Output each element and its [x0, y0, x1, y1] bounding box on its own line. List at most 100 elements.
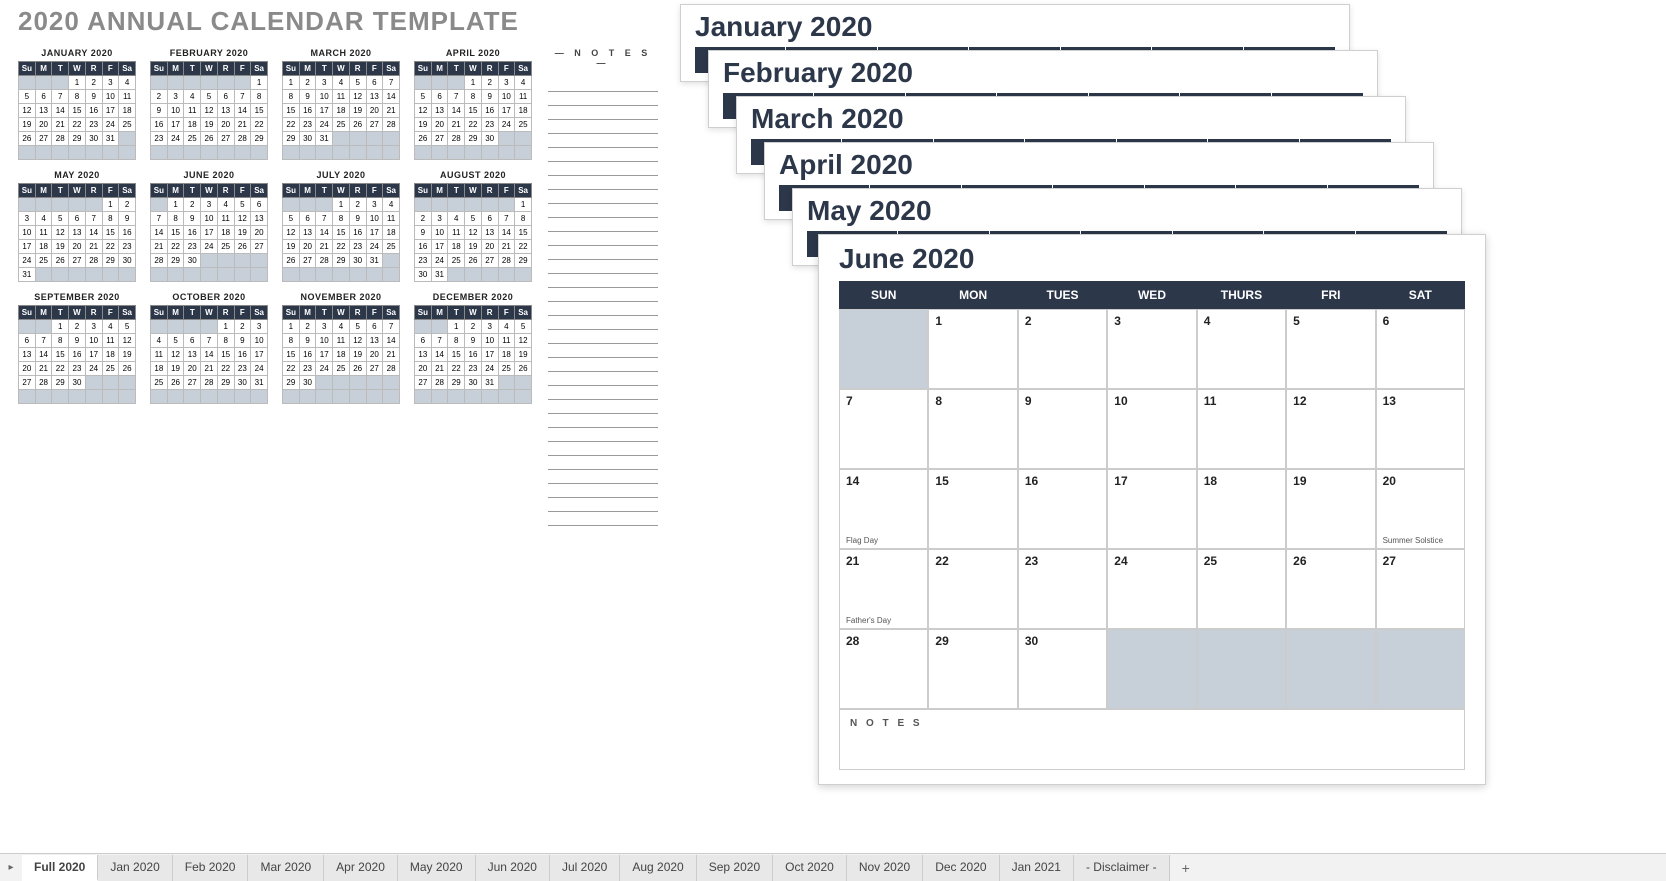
mini-day-cell: 9 [415, 226, 432, 240]
mini-day-cell: 30 [349, 254, 366, 268]
mini-day-cell: 2 [299, 320, 316, 334]
mini-day-cell: 14 [151, 226, 168, 240]
note-line [548, 78, 658, 92]
mini-day-cell: 4 [35, 212, 52, 226]
mini-day-header: F [366, 184, 383, 198]
mini-day-header: M [167, 184, 184, 198]
mini-day-cell: 6 [431, 90, 448, 104]
mini-day-cell: 11 [119, 90, 136, 104]
mini-day-cell: 24 [251, 362, 268, 376]
sheet-tab[interactable]: Apr 2020 [324, 855, 398, 881]
day-header-cell: SUN [839, 281, 928, 309]
sheet-tab[interactable]: Nov 2020 [847, 855, 923, 881]
sheet-tab[interactable]: - Disclaimer - [1074, 855, 1170, 881]
mini-day-cell: 13 [299, 226, 316, 240]
mini-day-cell: 19 [349, 104, 366, 118]
mini-day-cell: 8 [52, 334, 69, 348]
mini-day-cell: 9 [234, 334, 251, 348]
mini-day-cell: 2 [69, 320, 86, 334]
mini-day-cell [217, 268, 234, 282]
mini-day-cell: 30 [184, 254, 201, 268]
day-event: Summer Solstice [1383, 536, 1443, 545]
mini-day-cell: 6 [69, 212, 86, 226]
mini-day-cell [333, 146, 350, 160]
day-number: 22 [935, 554, 1010, 568]
sheet-tab[interactable]: Aug 2020 [620, 855, 696, 881]
mini-day-cell [299, 146, 316, 160]
mini-day-cell: 21 [85, 240, 102, 254]
sheet-tab[interactable]: Jun 2020 [476, 855, 550, 881]
note-line [548, 204, 658, 218]
mini-day-cell: 18 [333, 104, 350, 118]
mini-day-cell: 2 [85, 76, 102, 90]
mini-day-header: W [333, 184, 350, 198]
day-cell [1107, 629, 1196, 709]
mini-day-cell: 7 [35, 334, 52, 348]
day-cell [839, 309, 928, 389]
add-tab-button[interactable]: + [1170, 855, 1202, 881]
mini-day-cell: 10 [498, 90, 515, 104]
day-number: 3 [1114, 314, 1189, 328]
mini-day-cell: 31 [431, 268, 448, 282]
mini-day-cell [19, 390, 36, 404]
mini-day-cell [415, 390, 432, 404]
mini-day-cell: 22 [283, 118, 300, 132]
mini-day-cell: 23 [151, 132, 168, 146]
mini-day-cell [431, 198, 448, 212]
sheet-tab[interactable]: Jan 2020 [98, 855, 172, 881]
sheet-tab[interactable]: Dec 2020 [923, 855, 999, 881]
mini-day-cell: 12 [465, 226, 482, 240]
day-number: 6 [1383, 314, 1458, 328]
mini-day-cell [316, 390, 333, 404]
mini-day-header: W [69, 306, 86, 320]
sheet-tab[interactable]: Jan 2021 [1000, 855, 1074, 881]
mini-day-cell: 17 [366, 226, 383, 240]
mini-day-cell: 26 [19, 132, 36, 146]
mini-day-cell: 28 [52, 132, 69, 146]
mini-day-header: M [167, 62, 184, 76]
sheet-tabs: ▸ Full 2020Jan 2020Feb 2020Mar 2020Apr 2… [0, 853, 1666, 881]
mini-day-cell: 21 [234, 118, 251, 132]
mini-day-cell: 15 [217, 348, 234, 362]
sheet-tab[interactable]: Feb 2020 [173, 855, 249, 881]
mini-day-cell [52, 76, 69, 90]
mini-day-cell: 16 [415, 240, 432, 254]
mini-day-cell: 16 [184, 226, 201, 240]
sheet-tab[interactable]: Full 2020 [22, 855, 98, 881]
mini-day-cell: 5 [349, 76, 366, 90]
mini-month: MARCH 2020SuMTWRFSa123456789101112131415… [282, 48, 400, 160]
mini-day-cell: 23 [481, 118, 498, 132]
mini-day-cell: 21 [383, 348, 400, 362]
mini-day-cell: 29 [102, 254, 119, 268]
day-number: 17 [1114, 474, 1189, 488]
note-line [548, 106, 658, 120]
mini-day-cell: 21 [35, 362, 52, 376]
note-line [548, 316, 658, 330]
mini-day-cell: 20 [366, 104, 383, 118]
mini-day-cell [234, 390, 251, 404]
mini-day-cell: 9 [85, 90, 102, 104]
sheet-tab[interactable]: Jul 2020 [550, 855, 620, 881]
sheet-tab[interactable]: May 2020 [398, 855, 476, 881]
mini-day-cell [151, 198, 168, 212]
note-line [548, 400, 658, 414]
mini-day-cell: 9 [299, 334, 316, 348]
note-line [548, 288, 658, 302]
mini-day-cell: 7 [316, 212, 333, 226]
mini-day-cell [498, 198, 515, 212]
mini-day-header: F [234, 306, 251, 320]
mini-day-cell: 24 [85, 362, 102, 376]
mini-day-cell [201, 76, 218, 90]
tab-nav-left-icon[interactable]: ▸ [0, 862, 22, 873]
mini-day-cell [448, 146, 465, 160]
mini-day-cell [167, 76, 184, 90]
sheet-tab[interactable]: Oct 2020 [773, 855, 847, 881]
mini-day-cell: 13 [481, 226, 498, 240]
mini-day-cell: 25 [151, 376, 168, 390]
mini-day-cell: 25 [498, 362, 515, 376]
sheet-tab[interactable]: Mar 2020 [248, 855, 324, 881]
mini-day-cell: 9 [349, 212, 366, 226]
mini-day-cell [217, 76, 234, 90]
sheet-tab[interactable]: Sep 2020 [697, 855, 773, 881]
mini-day-header: W [465, 306, 482, 320]
